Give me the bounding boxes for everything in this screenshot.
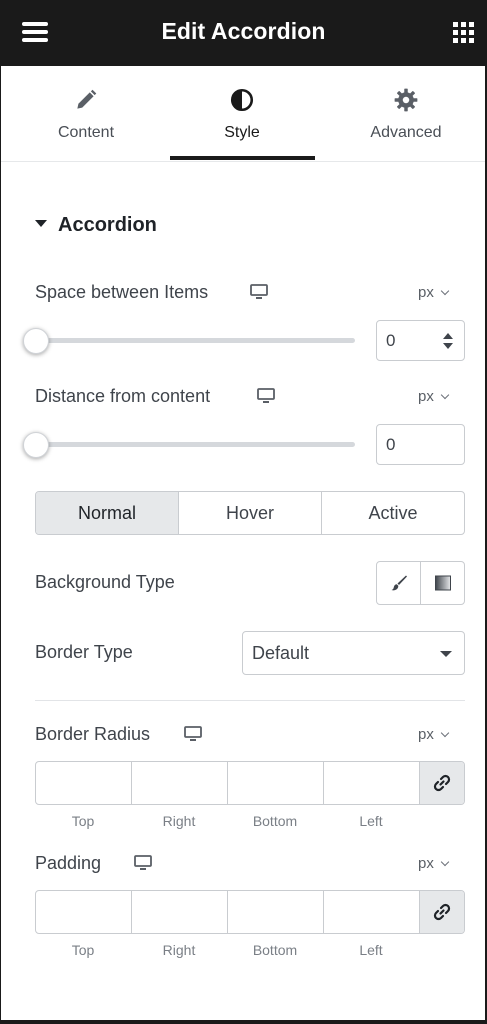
padding-left-input[interactable]	[324, 891, 420, 933]
section-title: Accordion	[58, 214, 157, 236]
tab-style[interactable]: Style	[177, 66, 307, 161]
radius-right-input[interactable]	[132, 762, 228, 804]
space-between-slider[interactable]	[35, 338, 355, 343]
distance-slider[interactable]	[35, 442, 355, 447]
input-value: 0	[386, 435, 396, 454]
unit-selector[interactable]: px	[418, 388, 450, 405]
dim-label-right: Right	[162, 942, 196, 958]
editor-frame: Edit Accordion Content Style Advanced Ac…	[0, 0, 487, 1024]
active-tab-indicator	[170, 156, 315, 160]
tab-label: Advanced	[370, 124, 442, 141]
space-between-input[interactable]: 0	[376, 320, 465, 361]
stepper-icon[interactable]	[442, 331, 454, 351]
panel-header: Edit Accordion	[0, 0, 487, 66]
background-type-label: Background Type	[35, 572, 175, 592]
tab-content[interactable]: Content	[21, 66, 151, 161]
desktop-icon[interactable]	[184, 726, 202, 742]
gradient-background-button[interactable]	[420, 562, 464, 604]
half-circle-icon	[177, 87, 307, 113]
chevron-down-icon	[440, 728, 450, 738]
unit-label: px	[418, 284, 434, 301]
unit-selector[interactable]: px	[418, 855, 450, 872]
dim-label-left: Left	[359, 942, 383, 958]
dimension-labels: Top Right Bottom Left	[35, 813, 419, 829]
panel-title: Edit Accordion	[161, 18, 326, 44]
padding-top-input[interactable]	[36, 891, 132, 933]
border-type-select[interactable]: Default	[242, 631, 465, 675]
pencil-icon	[21, 87, 151, 113]
radius-top-input[interactable]	[36, 762, 132, 804]
desktop-icon[interactable]	[250, 284, 268, 300]
slider-handle[interactable]	[23, 328, 49, 354]
dim-label-left: Left	[359, 813, 383, 829]
padding-bottom-input[interactable]	[228, 891, 324, 933]
dimension-labels: Top Right Bottom Left	[35, 942, 419, 958]
unit-label: px	[418, 855, 434, 872]
dim-label-top: Top	[71, 813, 95, 829]
dim-label-bottom: Bottom	[252, 942, 298, 958]
distance-label: Distance from content	[35, 386, 211, 406]
padding-inputs	[35, 890, 465, 934]
link-icon	[433, 774, 451, 792]
caret-down-icon	[35, 220, 47, 227]
link-icon	[433, 903, 451, 921]
link-values-button[interactable]	[420, 891, 464, 933]
grid-icon[interactable]	[453, 22, 474, 43]
border-type-label: Border Type	[35, 642, 133, 662]
panel-tabs: Content Style Advanced	[1, 66, 485, 162]
dim-label-top: Top	[71, 942, 95, 958]
divider	[35, 700, 465, 701]
dim-label-right: Right	[162, 813, 196, 829]
state-tab-active[interactable]: Active	[321, 492, 464, 534]
tab-advanced[interactable]: Advanced	[341, 66, 471, 161]
radius-left-input[interactable]	[324, 762, 420, 804]
border-radius-inputs	[35, 761, 465, 805]
background-type-control	[376, 561, 465, 605]
section-toggle[interactable]: Accordion	[35, 214, 157, 237]
radius-bottom-input[interactable]	[228, 762, 324, 804]
caret-down-icon	[440, 651, 452, 657]
desktop-icon[interactable]	[257, 388, 275, 404]
state-tab-normal[interactable]: Normal	[36, 492, 178, 534]
chevron-down-icon	[440, 390, 450, 400]
slider-handle[interactable]	[23, 432, 49, 458]
style-panel: Content Style Advanced Accordion Space b…	[1, 66, 485, 1020]
tab-label: Style	[224, 124, 260, 141]
state-tab-hover[interactable]: Hover	[178, 492, 321, 534]
unit-label: px	[418, 388, 434, 405]
border-radius-label: Border Radius	[35, 724, 151, 744]
brush-icon	[391, 575, 407, 591]
unit-selector[interactable]: px	[418, 284, 450, 301]
padding-label: Padding	[35, 853, 102, 873]
select-value: Default	[252, 643, 310, 663]
unit-label: px	[418, 726, 434, 743]
desktop-icon[interactable]	[134, 855, 152, 871]
tab-label: Content	[57, 124, 115, 141]
chevron-down-icon	[440, 286, 450, 296]
dim-label-bottom: Bottom	[252, 813, 298, 829]
padding-right-input[interactable]	[132, 891, 228, 933]
classic-background-button[interactable]	[377, 562, 420, 604]
input-value: 0	[386, 331, 396, 350]
gear-icon	[341, 87, 471, 113]
unit-selector[interactable]: px	[418, 726, 450, 743]
space-between-label: Space between Items	[35, 282, 209, 302]
state-tabs: Normal Hover Active	[35, 491, 465, 535]
link-values-button[interactable]	[420, 762, 464, 804]
gradient-icon	[434, 575, 451, 591]
chevron-down-icon	[440, 857, 450, 867]
distance-input[interactable]: 0	[376, 424, 465, 465]
